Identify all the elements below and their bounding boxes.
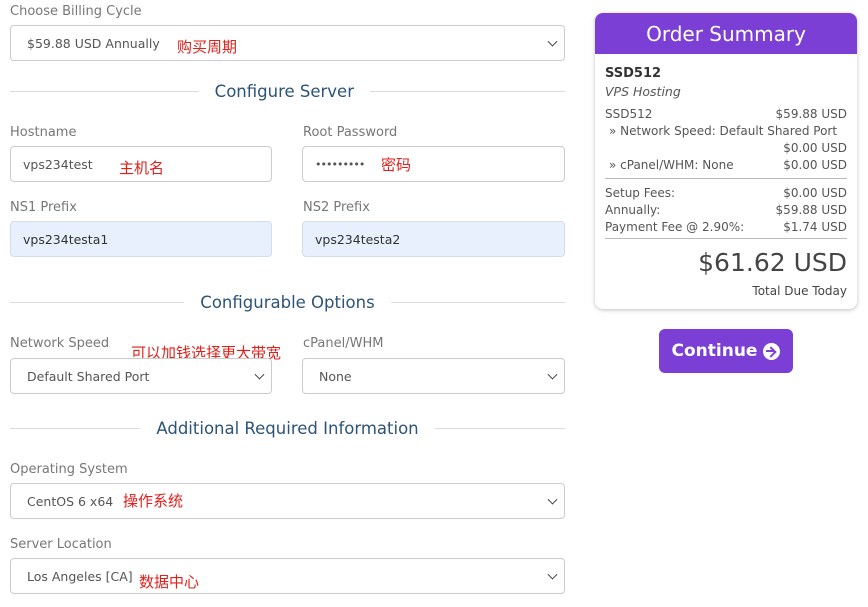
location-value: Los Angeles [CA]	[27, 568, 133, 584]
summary-divider	[605, 178, 847, 179]
ns2-input[interactable]: vps234testa2	[302, 221, 565, 257]
location-select[interactable]: Los Angeles [CA]	[10, 558, 565, 594]
section-title: Additional Required Information	[156, 418, 419, 438]
option1-label: » Network Speed: Default Shared Port	[609, 124, 838, 138]
continue-button[interactable]: Continue	[659, 329, 793, 373]
setup-price: $0.00 USD	[783, 186, 847, 200]
os-value: CentOS 6 x64	[27, 493, 114, 509]
option2-label: » cPanel/WHM: None	[609, 158, 734, 172]
payment-fee-price: $1.74 USD	[783, 220, 847, 234]
network-speed-select[interactable]: Default Shared Port	[10, 358, 272, 394]
root-password-value: •••••••••	[315, 157, 365, 171]
billing-cycle-label: Choose Billing Cycle	[10, 4, 142, 19]
arrow-circle-right-icon	[763, 342, 781, 360]
os-select[interactable]: CentOS 6 x64	[10, 483, 565, 519]
section-configurable-options: Configurable Options	[10, 290, 566, 314]
hostname-label: Hostname	[10, 125, 77, 140]
ns1-label: NS1 Prefix	[10, 200, 77, 215]
section-additional-info: Additional Required Information	[10, 416, 565, 440]
section-title: Configurable Options	[200, 292, 375, 312]
item-name: SSD512	[605, 107, 653, 121]
setup-label: Setup Fees:	[605, 186, 676, 200]
continue-label: Continue	[671, 341, 758, 361]
option2-price: $0.00 USD	[783, 158, 847, 172]
total-due-label: Total Due Today	[752, 284, 847, 298]
order-summary: Order Summary SSD512 VPS Hosting SSD512 …	[595, 13, 857, 309]
root-password-label: Root Password	[303, 125, 398, 140]
cpanel-value: None	[319, 368, 352, 384]
chevron-down-icon	[547, 369, 558, 380]
ns1-value: vps234testa1	[23, 231, 109, 247]
summary-line-item: SSD512 $59.88 USD	[605, 107, 847, 121]
section-title: Configure Server	[214, 81, 354, 101]
item-price: $59.88 USD	[775, 107, 847, 121]
chevron-down-icon	[254, 369, 265, 380]
cpanel-select[interactable]: None	[302, 358, 565, 394]
ns1-input[interactable]: vps234testa1	[10, 221, 272, 257]
ns2-value: vps234testa2	[315, 231, 401, 247]
billing-cycle-value: $59.88 USD Annually	[27, 35, 160, 51]
cpanel-label: cPanel/WHM	[303, 336, 384, 351]
root-password-input[interactable]: •••••••••	[302, 146, 565, 182]
order-summary-title: Order Summary	[595, 13, 857, 54]
summary-divider	[605, 238, 847, 239]
summary-setup: Setup Fees: $0.00 USD	[605, 186, 847, 200]
billing-cycle-select[interactable]: $59.88 USD Annually	[10, 25, 565, 61]
chevron-down-icon	[547, 36, 558, 47]
summary-payment-fee: Payment Fee @ 2.90%: $1.74 USD	[605, 220, 847, 234]
option1-price: $0.00 USD	[783, 141, 847, 155]
ns2-label: NS2 Prefix	[303, 200, 370, 215]
root-password-note: 密码	[381, 156, 412, 174]
chevron-down-icon	[547, 494, 558, 505]
hostname-value: vps234test	[23, 156, 93, 172]
annual-label: Annually:	[605, 203, 661, 217]
location-label: Server Location	[10, 537, 112, 552]
total-due: $61.62 USD	[698, 248, 847, 277]
product-group: VPS Hosting	[605, 84, 681, 99]
section-configure-server: Configure Server	[10, 79, 565, 103]
summary-option2: » cPanel/WHM: None $0.00 USD	[605, 158, 847, 172]
annual-price: $59.88 USD	[775, 203, 847, 217]
product-name: SSD512	[605, 66, 662, 81]
hostname-note: 主机名	[119, 159, 165, 177]
os-label: Operating System	[10, 462, 128, 477]
os-note: 操作系统	[123, 492, 184, 510]
location-note: 数据中心	[139, 573, 200, 591]
billing-cycle-note: 购买周期	[177, 38, 238, 56]
summary-annual: Annually: $59.88 USD	[605, 203, 847, 217]
chevron-down-icon	[547, 569, 558, 580]
payment-fee-label: Payment Fee @ 2.90%:	[605, 220, 745, 234]
network-speed-label: Network Speed	[10, 336, 110, 351]
network-speed-value: Default Shared Port	[27, 368, 150, 384]
